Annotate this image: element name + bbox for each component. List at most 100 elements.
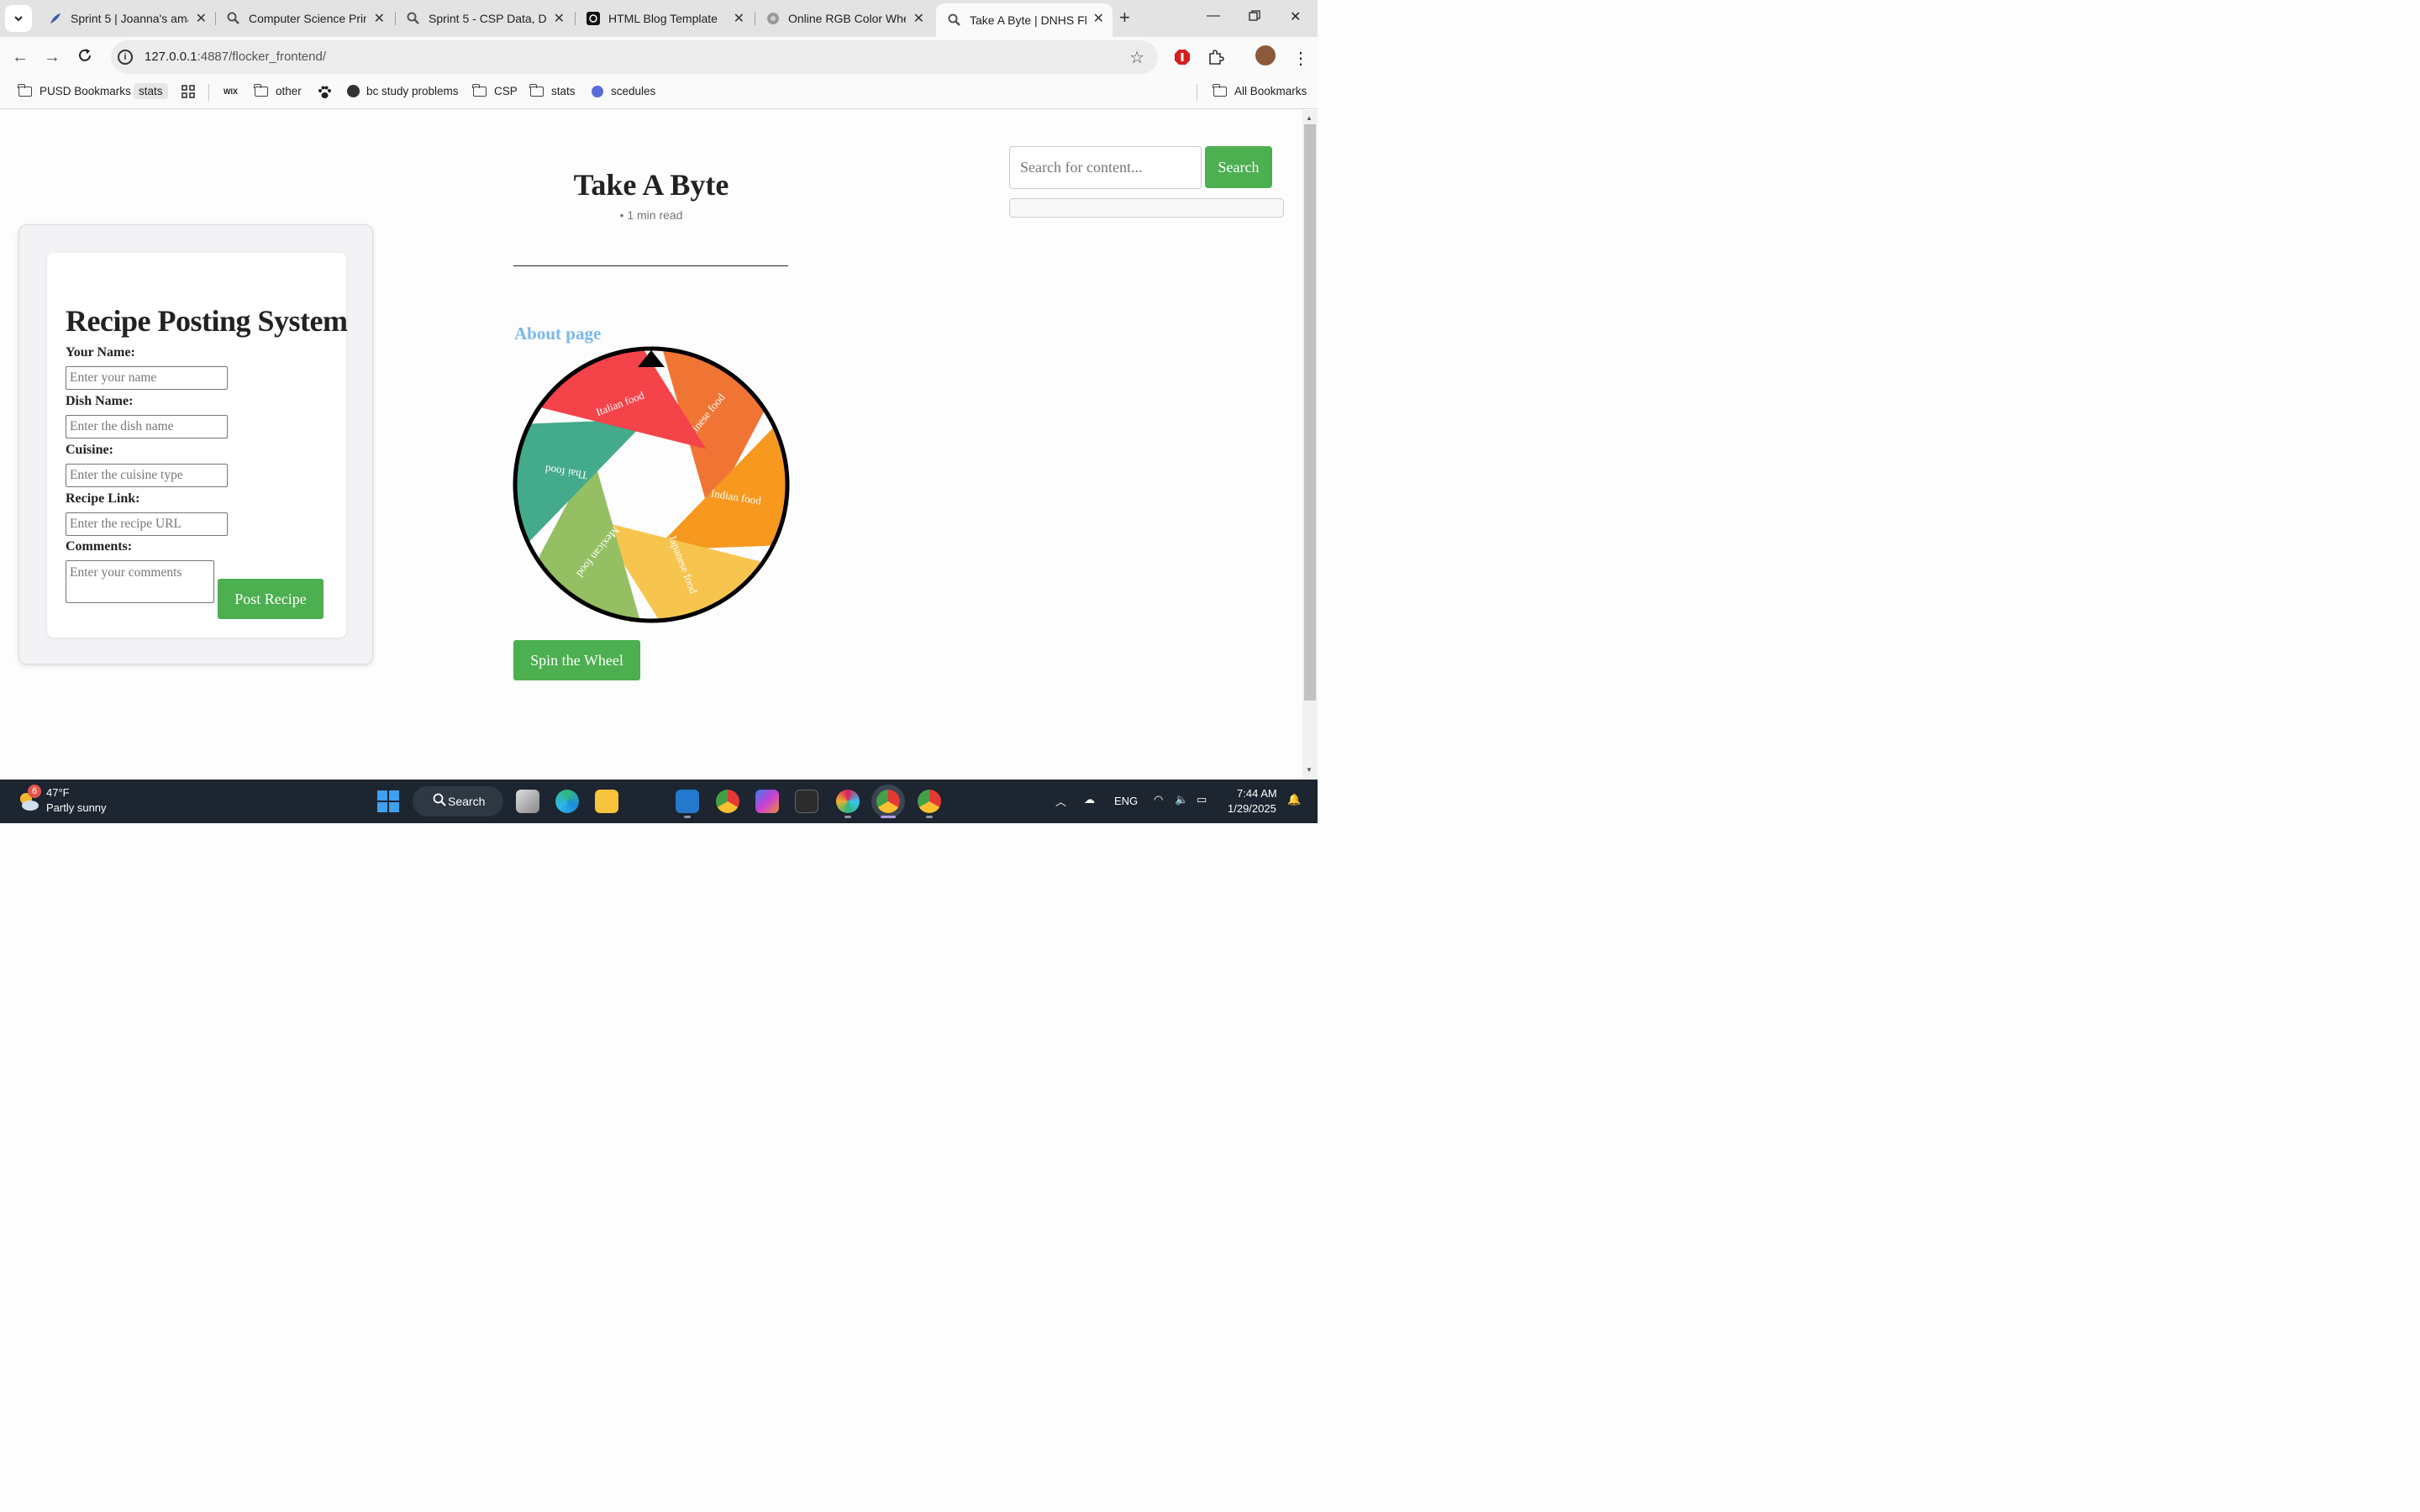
- bookmark-wix[interactable]: WIX: [224, 87, 238, 96]
- recipe-panel: Recipe Posting System Your Name: Dish Na…: [18, 224, 373, 664]
- tab-search-button[interactable]: [5, 5, 32, 32]
- schedule-logo-icon: [592, 85, 603, 97]
- notifications-bell-icon[interactable]: 🔔: [1287, 793, 1301, 806]
- close-icon[interactable]: ✕: [913, 10, 924, 27]
- bookmark-csp[interactable]: CSP: [472, 83, 518, 97]
- search-input[interactable]: [1009, 146, 1202, 189]
- weather-temperature[interactable]: 47°F: [46, 786, 70, 799]
- weather-description[interactable]: Partly sunny: [46, 801, 107, 814]
- bookmark-stats[interactable]: stats: [529, 83, 576, 97]
- copilot-icon[interactable]: [755, 790, 779, 813]
- folder-icon: [1213, 83, 1227, 97]
- slack-icon[interactable]: [836, 790, 860, 813]
- clock-time[interactable]: 7:44 AM: [1237, 787, 1277, 800]
- folder-icon: [18, 83, 32, 97]
- wifi-icon[interactable]: ◠: [1154, 793, 1163, 806]
- terminal-icon[interactable]: [795, 790, 818, 813]
- cuisine-input[interactable]: [66, 464, 228, 487]
- bookmark-bc-study[interactable]: bc study problems: [347, 85, 459, 97]
- windows-start-icon[interactable]: [377, 790, 399, 812]
- browser-toolbar: ← → i 127.0.0.1:4887/flocker_frontend/ ☆…: [0, 37, 1318, 77]
- close-icon[interactable]: ✕: [1093, 10, 1104, 27]
- task-view-icon[interactable]: [516, 790, 539, 813]
- minimize-icon[interactable]: —: [1207, 8, 1220, 24]
- cuisine-label: Cuisine:: [66, 443, 113, 457]
- kebab-menu-icon[interactable]: ⋮: [1292, 48, 1309, 69]
- search-button[interactable]: Search: [1205, 146, 1272, 188]
- tab-title: Computer Science Princ: [249, 12, 366, 25]
- tab-title: HTML Blog Template: [608, 12, 718, 25]
- search-magnifier-icon: [407, 12, 420, 25]
- folder-icon: [529, 83, 544, 97]
- spin-wheel-button[interactable]: Spin the Wheel: [513, 640, 640, 680]
- battery-icon[interactable]: ▭: [1197, 793, 1207, 806]
- tab-sprint5-joanna[interactable]: Sprint 5 | Joanna's amaz ✕: [37, 3, 215, 34]
- edge-browser-icon[interactable]: [555, 790, 579, 813]
- bookmark-stats-chip[interactable]: stats: [134, 83, 168, 99]
- tab-take-a-byte[interactable]: Take A Byte | DNHS Floc ✕: [936, 3, 1113, 37]
- name-label: Your Name:: [66, 345, 135, 360]
- search-magnifier-icon: [227, 12, 240, 25]
- page-title: Take A Byte: [573, 168, 729, 202]
- chrome-icon[interactable]: [716, 790, 739, 813]
- clock-date[interactable]: 1/29/2025: [1228, 802, 1276, 815]
- food-wheel: Chinese foodIndian foodJapanese foodMexi…: [513, 346, 790, 623]
- back-arrow-icon[interactable]: ←: [12, 48, 29, 67]
- bookmark-other[interactable]: other: [254, 83, 302, 97]
- openai-icon: [587, 12, 600, 25]
- comments-label: Comments:: [66, 539, 133, 554]
- bookmark-scedules[interactable]: scedules: [592, 85, 655, 97]
- close-icon[interactable]: ✕: [554, 10, 565, 27]
- bookmark-pusd[interactable]: PUSD Bookmarks: [18, 83, 131, 97]
- dish-input[interactable]: [66, 415, 228, 438]
- paw-icon[interactable]: [317, 85, 332, 100]
- search-results-box: [1009, 198, 1284, 218]
- tab-title: Sprint 5 - CSP Data, Del: [429, 12, 546, 25]
- site-info-icon[interactable]: i: [118, 50, 133, 65]
- close-icon[interactable]: ✕: [374, 10, 385, 27]
- vscode-icon[interactable]: [676, 790, 699, 813]
- tab-title: Online RGB Color Whee: [788, 12, 906, 25]
- search-magnifier-icon: [948, 13, 961, 27]
- apps-grid-icon[interactable]: [182, 85, 195, 98]
- close-window-icon[interactable]: ✕: [1290, 8, 1301, 25]
- reload-icon[interactable]: [77, 48, 92, 68]
- language-indicator[interactable]: ENG: [1114, 795, 1138, 807]
- recipe-form-title: Recipe Posting System: [66, 304, 348, 338]
- name-input[interactable]: [66, 366, 228, 390]
- scrollbar-thumb[interactable]: [1304, 124, 1316, 701]
- forward-arrow-icon[interactable]: →: [44, 48, 60, 67]
- volume-icon[interactable]: 🔈: [1175, 793, 1188, 806]
- bookmark-all[interactable]: All Bookmarks: [1213, 83, 1307, 97]
- recipe-link-input[interactable]: [66, 512, 228, 536]
- scroll-up-arrow-icon[interactable]: ▲: [1306, 114, 1313, 122]
- onedrive-cloud-icon[interactable]: ☁: [1084, 793, 1095, 806]
- bookmark-star-icon[interactable]: ☆: [1129, 47, 1144, 68]
- address-bar[interactable]: i 127.0.0.1:4887/flocker_frontend/ ☆: [111, 40, 1158, 74]
- extensions-puzzle-icon[interactable]: [1207, 49, 1224, 66]
- close-icon[interactable]: ✕: [196, 10, 207, 27]
- post-recipe-button[interactable]: Post Recipe: [218, 579, 324, 619]
- tab-sprint5-csp[interactable]: Sprint 5 - CSP Data, Del ✕: [395, 3, 573, 34]
- tab-title: Sprint 5 | Joanna's amaz: [71, 12, 188, 25]
- tray-overflow-chevron-icon[interactable]: ︿: [1055, 793, 1066, 809]
- restore-icon[interactable]: [1249, 10, 1260, 26]
- folder-icon: [254, 83, 268, 97]
- chrome-profile-active-icon[interactable]: [876, 790, 900, 813]
- comments-textarea[interactable]: [66, 560, 214, 603]
- scroll-down-arrow-icon[interactable]: ▼: [1306, 766, 1313, 774]
- tab-rgb-color-wheel[interactable]: Online RGB Color Whee ✕: [755, 3, 933, 34]
- recipe-link-label: Recipe Link:: [66, 491, 140, 506]
- about-page-link[interactable]: About page: [514, 323, 601, 344]
- new-tab-icon[interactable]: +: [1119, 7, 1130, 29]
- chrome-profile-icon[interactable]: [918, 790, 941, 813]
- close-icon[interactable]: ✕: [734, 10, 744, 27]
- profile-avatar[interactable]: [1255, 45, 1276, 66]
- read-time: • 1 min read: [619, 208, 683, 222]
- tab-html-blog[interactable]: HTML Blog Template ✕: [575, 3, 753, 34]
- stop-extension-icon[interactable]: [1174, 49, 1191, 66]
- file-explorer-icon[interactable]: [595, 790, 618, 813]
- globe-icon: [347, 85, 360, 97]
- tab-computer-science[interactable]: Computer Science Princ ✕: [215, 3, 393, 34]
- taskbar-search[interactable]: Search: [413, 786, 503, 816]
